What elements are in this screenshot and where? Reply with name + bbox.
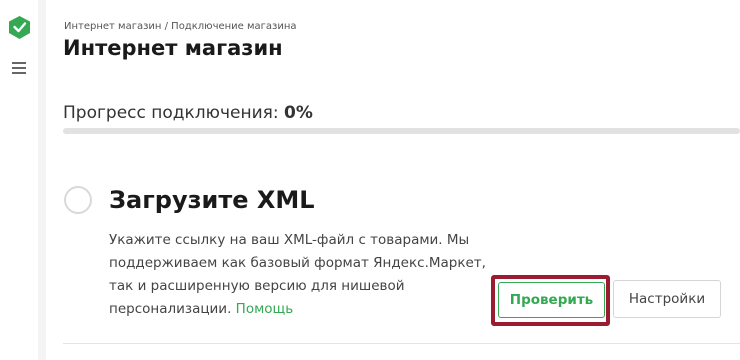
hamburger-menu-icon[interactable] xyxy=(12,62,26,76)
breadcrumb[interactable]: Интернет магазин / Подключение магазина xyxy=(64,21,297,32)
help-link[interactable]: Помощь xyxy=(236,301,294,317)
progress-bar xyxy=(63,128,740,134)
step-title: Загрузите XML xyxy=(109,186,315,214)
page-title: Интернет магазин xyxy=(63,36,283,60)
step-description: Укажите ссылку на ваш XML-файл с товарам… xyxy=(109,229,499,321)
shield-check-logo-icon[interactable] xyxy=(9,16,30,39)
sidebar xyxy=(0,0,38,360)
section-divider xyxy=(63,343,740,344)
settings-button[interactable]: Настройки xyxy=(613,280,721,318)
sidebar-separator xyxy=(38,0,46,360)
progress-value: 0% xyxy=(284,103,313,123)
step-status-circle-icon xyxy=(64,186,92,214)
progress-label: Прогресс подключения: 0% xyxy=(63,103,313,123)
check-button[interactable]: Проверить xyxy=(498,282,605,318)
step-description-text: Укажите ссылку на ваш XML-файл с товарам… xyxy=(109,232,486,317)
main-content: Интернет магазин / Подключение магазина … xyxy=(46,0,740,360)
progress-label-text: Прогресс подключения: xyxy=(63,103,279,123)
